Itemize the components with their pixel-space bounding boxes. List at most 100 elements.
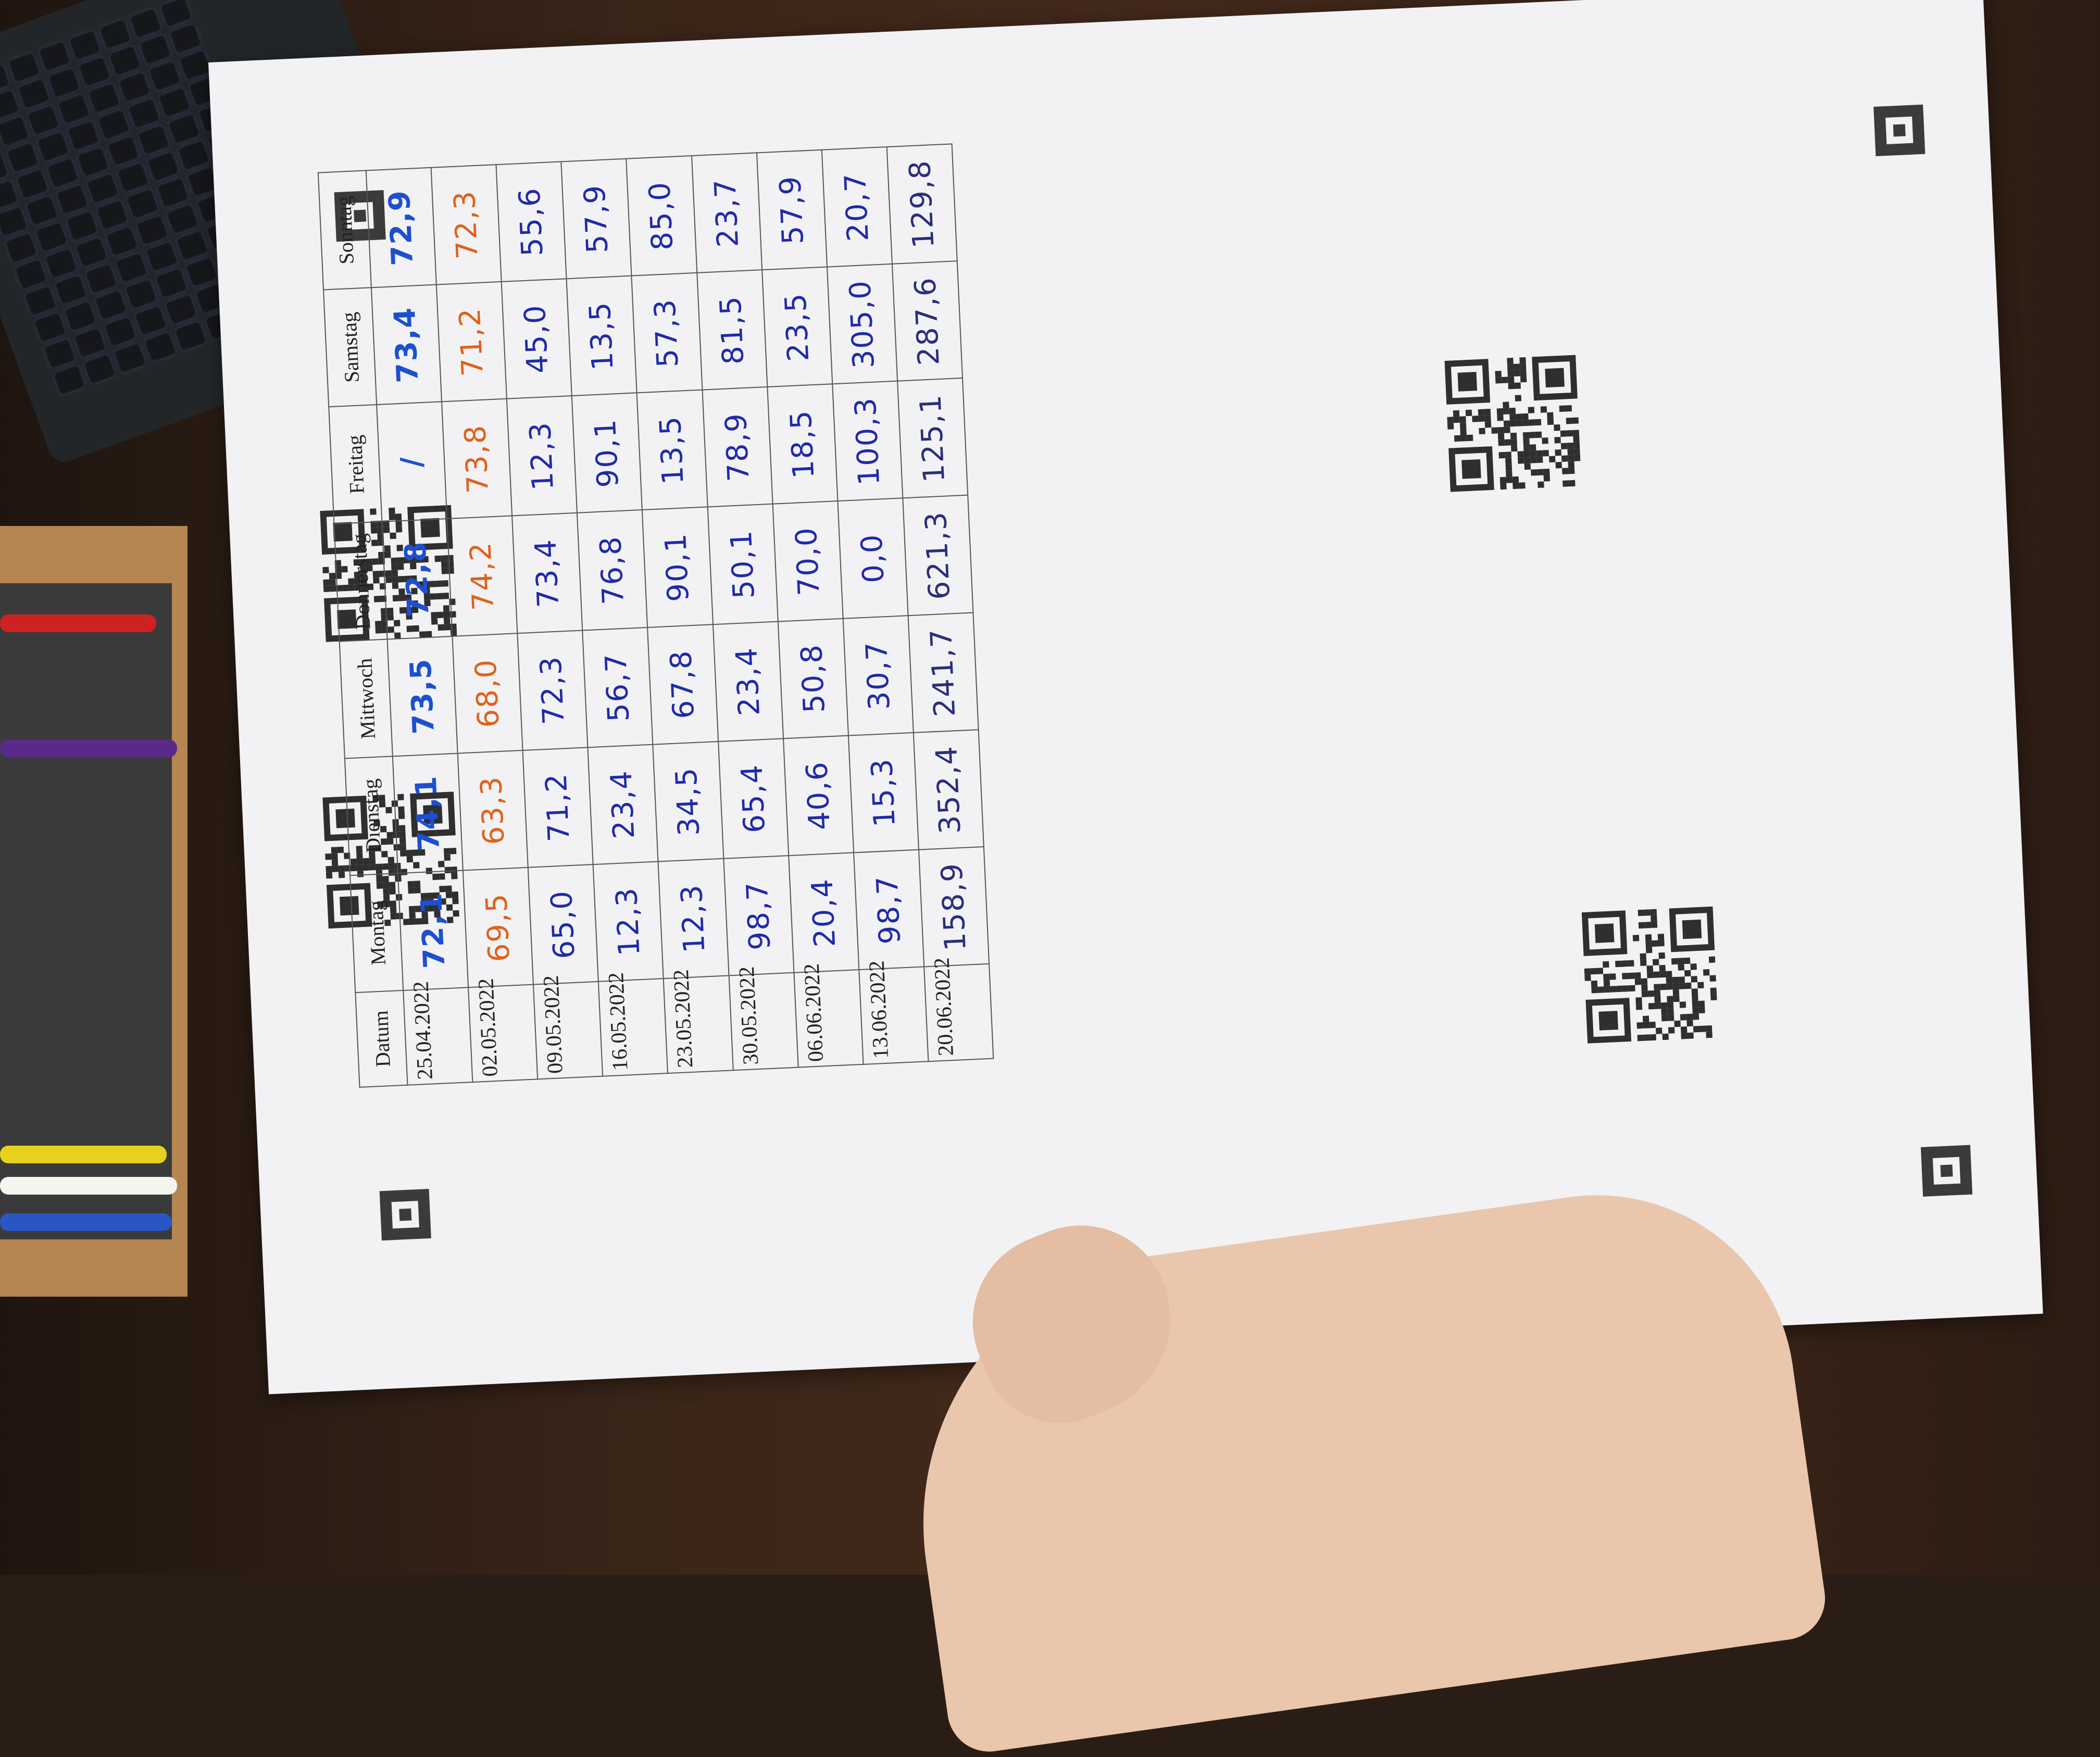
- value-cell: 63,3: [457, 750, 528, 871]
- keyboard-key: [49, 69, 79, 97]
- keyboard-key: [149, 62, 180, 90]
- value-cell: 158,9: [918, 846, 990, 967]
- keyboard-key: [128, 190, 158, 218]
- value-cell: 100,3: [832, 381, 903, 501]
- keyboard-key: [54, 366, 84, 394]
- value-cell: 74,1: [392, 753, 463, 873]
- keyboard-key: [0, 155, 7, 183]
- keyboard-key: [57, 185, 88, 214]
- keyboard-key: [84, 355, 115, 383]
- keyboard-key: [45, 340, 74, 368]
- value-cell: 57,9: [561, 158, 632, 279]
- value-cell: 241,7: [908, 612, 979, 733]
- date-cell: 30.05.2022: [729, 966, 798, 1071]
- paper-sheet: Datum Montag Dienstag Mittwoch Donnerstag Fre…: [208, 0, 2043, 1395]
- keyboard-key: [6, 234, 36, 262]
- weekly-value-table: Datum Montag Dienstag Mittwoch Donnerstag Fre…: [318, 143, 994, 1088]
- fiducial-marker-icon: [379, 1189, 431, 1241]
- keyboard-key: [96, 291, 126, 319]
- table-body: 25.04.2022 72,1 74,1 73,5 72,8/73,4 72,9 02.05…: [366, 144, 994, 1085]
- keyboard-key: [170, 24, 201, 53]
- value-cell: 98,7: [853, 849, 924, 970]
- value-cell: 34,5: [653, 741, 723, 862]
- keyboard-key: [105, 318, 135, 346]
- value-cell: 23,4: [712, 621, 783, 742]
- keyboard-key: [40, 42, 70, 70]
- keyboard-key: [179, 141, 209, 169]
- value-cell: 72,9: [366, 167, 436, 288]
- qr-code-icon: [1581, 906, 1719, 1044]
- keyboard-key: [8, 144, 38, 172]
- value-cell: 30,7: [843, 615, 914, 736]
- keyboard-key: [16, 260, 46, 288]
- value-cell: 50,1: [707, 504, 778, 624]
- value-cell: 23,5: [761, 267, 833, 387]
- value-cell: 125,1: [897, 378, 968, 498]
- date-cell: 09.05.2022: [533, 975, 603, 1080]
- box-contents: [0, 583, 172, 1239]
- keyboard-key: [115, 344, 145, 372]
- keyboard-key: [46, 249, 76, 278]
- keyboard-key: [97, 200, 127, 229]
- value-cell: 50,8: [778, 618, 848, 738]
- column-header: Montag: [350, 873, 404, 993]
- keyboard-key: [98, 110, 129, 139]
- keyboard-key: [27, 196, 57, 224]
- value-cell: 20,4: [788, 852, 859, 973]
- keyboard-key: [36, 223, 67, 251]
- value-cell: 72,3: [431, 165, 502, 285]
- value-cell: 71,2: [436, 282, 507, 402]
- value-cell: 90,1: [572, 393, 643, 513]
- column-header: Datum: [355, 990, 408, 1087]
- keyboard-key: [35, 313, 65, 342]
- value-cell: 98,7: [723, 855, 794, 976]
- keyboard-key: [0, 64, 9, 93]
- value-cell: 90,1: [642, 507, 713, 628]
- keyboard-key: [130, 9, 160, 37]
- keyboard-key: [0, 207, 27, 236]
- keyboard-key: [126, 280, 156, 308]
- keyboard-key: [161, 0, 191, 26]
- keyboard-key: [9, 53, 39, 81]
- keyboard-key: [17, 170, 47, 198]
- value-cell: 67,8: [647, 624, 718, 745]
- value-cell: 287,6: [892, 261, 963, 381]
- value-cell: 18,5: [767, 384, 838, 505]
- keyboard-key: [67, 212, 97, 240]
- column-header: Freitag: [329, 405, 382, 524]
- value-cell: 73,8: [442, 398, 512, 519]
- keyboard-key: [107, 227, 137, 255]
- keyboard-key: [26, 287, 56, 315]
- value-cell: 73,4: [512, 513, 583, 633]
- value-cell: 12,3: [507, 396, 578, 516]
- value-cell: 57,9: [756, 149, 827, 270]
- value-cell: 68,0: [452, 633, 523, 754]
- value-cell: 81,5: [696, 270, 768, 390]
- keyboard-key: [75, 329, 105, 357]
- keyboard-key: [70, 31, 100, 59]
- keyboard-key: [56, 275, 86, 304]
- keyboard-key: [129, 99, 159, 128]
- column-header: Samstag: [323, 287, 377, 407]
- value-cell: 129,8: [886, 144, 957, 265]
- keyboard-key: [140, 35, 170, 64]
- keyboard-key: [19, 80, 49, 108]
- column-header: Sonntag: [318, 170, 371, 290]
- value-cell: 71,2: [522, 747, 593, 868]
- keyboard-key: [147, 243, 177, 271]
- keyboard-key: [186, 258, 217, 286]
- date-cell: 02.05.2022: [468, 978, 538, 1082]
- keyboard-key: [137, 216, 167, 244]
- keyboard-key: [176, 322, 206, 350]
- value-cell: 76,8: [577, 510, 648, 631]
- fiducial-marker-icon: [1920, 1145, 1973, 1197]
- value-cell: 40,6: [783, 735, 854, 856]
- keyboard-key: [38, 132, 68, 161]
- value-cell: 15,3: [848, 732, 919, 853]
- keyboard-key: [135, 306, 166, 335]
- date-cell: 20.06.2022: [924, 957, 994, 1062]
- value-cell: 23,4: [588, 744, 658, 864]
- value-cell: 65,4: [718, 738, 789, 859]
- pen: [0, 1177, 177, 1195]
- keyboard-key: [88, 174, 118, 203]
